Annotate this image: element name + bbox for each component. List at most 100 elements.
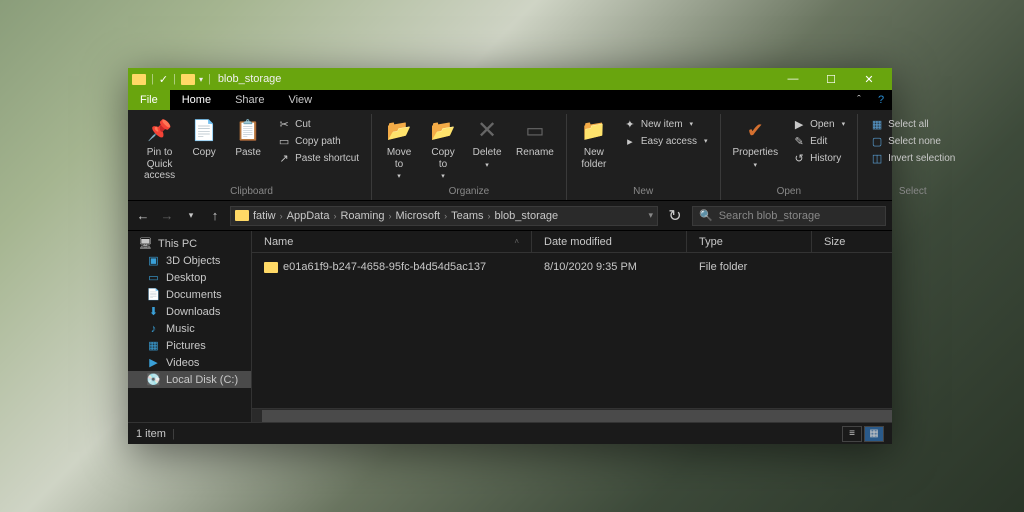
body: 🖥This PC ▣3D Objects ▭Desktop 📄Documents… — [128, 231, 892, 422]
check-icon[interactable]: ✓ — [159, 73, 168, 86]
pin-icon: 📌 — [147, 118, 173, 144]
column-header-name[interactable]: Name˄ — [252, 231, 532, 252]
paste-shortcut-button[interactable]: ↗Paste shortcut — [271, 150, 365, 166]
help-button[interactable]: ? — [870, 90, 892, 110]
new-folder-button[interactable]: 📁New folder — [573, 114, 615, 170]
new-item-button[interactable]: ✦New item▾ — [617, 116, 714, 132]
paste-icon: 📋 — [235, 118, 261, 144]
close-button[interactable]: ✕ — [850, 68, 888, 90]
select-none-button[interactable]: ▢Select none — [864, 133, 961, 149]
file-rows: e01a61f9-b247-4658-95fc-b4d54d5ac137 8/1… — [252, 253, 892, 408]
easy-access-button[interactable]: ▸Easy access▾ — [617, 133, 714, 149]
item-count: 1 item — [136, 428, 166, 440]
sidebar-item-documents[interactable]: 📄Documents — [128, 286, 251, 303]
navigation-pane[interactable]: 🖥This PC ▣3D Objects ▭Desktop 📄Documents… — [128, 231, 252, 422]
tab-home[interactable]: Home — [170, 90, 223, 110]
rename-button[interactable]: ▭Rename — [510, 114, 560, 159]
ribbon: 📌Pin to Quick access 📄Copy 📋Paste ✂Cut ▭… — [128, 110, 892, 201]
document-icon: 📄 — [146, 288, 161, 301]
disk-icon: 💽 — [146, 373, 161, 386]
sidebar-item-local-disk[interactable]: 💽Local Disk (C:) — [128, 371, 251, 388]
breadcrumb-item[interactable]: Roaming› — [340, 210, 391, 222]
breadcrumb-item[interactable]: Teams› — [451, 210, 490, 222]
column-header-size[interactable]: Size — [812, 231, 892, 252]
collapse-ribbon-button[interactable]: ˆ — [848, 90, 870, 110]
back-button[interactable]: ← — [134, 207, 152, 225]
file-list-view: Name˄ Date modified Type Size e01a61f9-b… — [252, 231, 892, 422]
recent-locations-button[interactable]: ▾ — [182, 207, 200, 225]
breadcrumb-item[interactable]: Microsoft› — [395, 210, 447, 222]
history-button[interactable]: ↺History — [786, 150, 851, 166]
breadcrumb-item[interactable]: fatiw› — [253, 210, 283, 222]
table-row[interactable]: e01a61f9-b247-4658-95fc-b4d54d5ac137 8/1… — [252, 257, 892, 277]
edit-icon: ✎ — [792, 134, 806, 148]
sidebar-item-this-pc[interactable]: 🖥This PC — [128, 235, 251, 252]
new-folder-icon: 📁 — [581, 118, 607, 144]
forward-button[interactable]: → — [158, 207, 176, 225]
sidebar-item-downloads[interactable]: ⬇Downloads — [128, 303, 251, 320]
maximize-button[interactable]: ☐ — [812, 68, 850, 90]
copy-button[interactable]: 📄Copy — [183, 114, 225, 159]
sidebar-item-pictures[interactable]: ▦Pictures — [128, 337, 251, 354]
details-view-button[interactable]: ≡ — [842, 426, 862, 442]
ribbon-group-open: ✔Properties▾ ▶Open▾ ✎Edit ↺History Open — [721, 114, 859, 200]
horizontal-scrollbar[interactable] — [252, 408, 892, 422]
folder-icon — [132, 74, 146, 85]
copy-icon: 📄 — [191, 118, 217, 144]
folder-icon[interactable] — [181, 74, 195, 85]
column-header-date[interactable]: Date modified — [532, 231, 687, 252]
chevron-right-icon: › — [280, 211, 283, 221]
copyto-icon: 📂 — [430, 118, 456, 144]
edit-button[interactable]: ✎Edit — [786, 133, 851, 149]
tab-file[interactable]: File — [128, 90, 170, 110]
history-icon: ↺ — [792, 151, 806, 165]
tab-view[interactable]: View — [276, 90, 324, 110]
download-icon: ⬇ — [146, 305, 161, 318]
copy-to-button[interactable]: 📂Copy to▾ — [422, 114, 464, 181]
tab-share[interactable]: Share — [223, 90, 276, 110]
sidebar-item-3d-objects[interactable]: ▣3D Objects — [128, 252, 251, 269]
path-icon: ▭ — [277, 134, 291, 148]
ribbon-group-organize: 📂Move to▾ 📂Copy to▾ ✕Delete▾ ▭Rename Org… — [372, 114, 567, 200]
sidebar-item-desktop[interactable]: ▭Desktop — [128, 269, 251, 286]
column-header-type[interactable]: Type — [687, 231, 812, 252]
cell-name: e01a61f9-b247-4658-95fc-b4d54d5ac137 — [252, 261, 532, 273]
status-bar: 1 item | ≡ ▦ — [128, 422, 892, 444]
ribbon-tabs: File Home Share View ˆ ? — [128, 90, 892, 110]
chevron-right-icon: › — [444, 211, 447, 221]
up-button[interactable]: ↑ — [206, 207, 224, 225]
cut-button[interactable]: ✂Cut — [271, 116, 365, 132]
refresh-button[interactable]: ↻ — [664, 206, 686, 226]
music-icon: ♪ — [146, 322, 161, 335]
select-none-icon: ▢ — [870, 134, 884, 148]
ribbon-group-new: 📁New folder ✦New item▾ ▸Easy access▾ New — [567, 114, 721, 200]
scrollbar-thumb[interactable] — [262, 410, 892, 422]
delete-button[interactable]: ✕Delete▾ — [466, 114, 508, 170]
copy-path-button[interactable]: ▭Copy path — [271, 133, 365, 149]
cube-icon: ▣ — [146, 254, 161, 267]
breadcrumb-item[interactable]: blob_storage — [495, 210, 559, 222]
search-input[interactable]: 🔍 Search blob_storage — [692, 206, 886, 226]
sidebar-item-videos[interactable]: ▶Videos — [128, 354, 251, 371]
minimize-button[interactable]: — — [774, 68, 812, 90]
paste-button[interactable]: 📋Paste — [227, 114, 269, 159]
properties-button[interactable]: ✔Properties▾ — [727, 114, 785, 170]
sort-indicator-icon: ˄ — [514, 237, 519, 246]
move-to-button[interactable]: 📂Move to▾ — [378, 114, 420, 181]
open-button[interactable]: ▶Open▾ — [786, 116, 851, 132]
chevron-down-icon[interactable]: ▾ — [648, 210, 653, 221]
large-icons-view-button[interactable]: ▦ — [864, 426, 884, 442]
breadcrumb-item[interactable]: AppData› — [287, 210, 337, 222]
shortcut-icon: ↗ — [277, 151, 291, 165]
breadcrumbs[interactable]: fatiw› AppData› Roaming› Microsoft› Team… — [230, 206, 658, 226]
easy-access-icon: ▸ — [623, 134, 637, 148]
select-all-button[interactable]: ▦Select all — [864, 116, 961, 132]
dropdown-icon[interactable]: ▾ — [199, 75, 203, 84]
pin-to-quick-access-button[interactable]: 📌Pin to Quick access — [138, 114, 181, 182]
new-item-icon: ✦ — [623, 117, 637, 131]
explorer-window: | ✓ | ▾ | blob_storage — ☐ ✕ File Home S… — [128, 68, 892, 444]
sidebar-item-music[interactable]: ♪Music — [128, 320, 251, 337]
cell-type: File folder — [687, 261, 812, 273]
invert-selection-button[interactable]: ◫Invert selection — [864, 150, 961, 166]
select-all-icon: ▦ — [870, 117, 884, 131]
